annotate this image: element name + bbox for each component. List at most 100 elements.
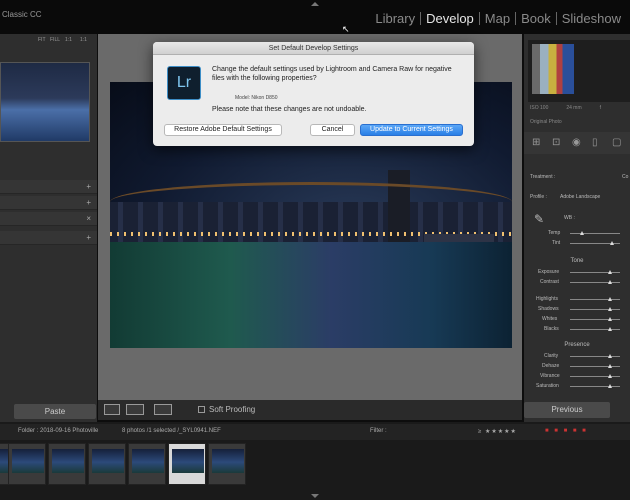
left-panel-section[interactable]: + xyxy=(0,196,97,210)
slider-knob[interactable] xyxy=(608,364,612,368)
contrast-slider[interactable] xyxy=(570,280,620,284)
close-icon[interactable]: × xyxy=(86,214,91,223)
restore-defaults-button[interactable]: Restore Adobe Default Settings xyxy=(164,124,282,136)
color-label-filter[interactable]: ■ ■ ■ ■ ■ xyxy=(545,428,588,434)
iso-value: ISO 100 xyxy=(530,105,549,111)
original-photo-toggle[interactable]: Original Photo xyxy=(530,119,562,125)
dehaze-slider[interactable] xyxy=(570,364,620,368)
contrast-label: Contrast xyxy=(540,279,559,285)
histogram[interactable] xyxy=(528,40,630,102)
filmstrip-thumb[interactable] xyxy=(8,443,46,485)
filmstrip-thumb-selected[interactable] xyxy=(168,443,206,485)
module-slideshow[interactable]: Slideshow xyxy=(557,11,626,26)
slider-knob[interactable] xyxy=(608,297,612,301)
set-default-develop-settings-dialog: Set Default Develop Settings Lr Change t… xyxy=(153,42,474,146)
saturation-slider[interactable] xyxy=(570,384,620,388)
module-map[interactable]: Map xyxy=(480,11,515,26)
paste-button[interactable]: Paste xyxy=(14,404,96,419)
module-book[interactable]: Book xyxy=(516,11,556,26)
slider-knob[interactable] xyxy=(608,354,612,358)
slider-knob[interactable] xyxy=(608,280,612,284)
module-develop[interactable]: Develop xyxy=(421,11,479,26)
highlights-slider[interactable] xyxy=(570,297,620,301)
filmstrip-thumb[interactable] xyxy=(128,443,166,485)
eyedropper-icon[interactable]: ✎ xyxy=(534,212,544,226)
histogram-info: ISO 100 24 mm f xyxy=(530,105,601,111)
folder-path[interactable]: Folder : 2018-09-16 Photoville xyxy=(18,428,98,434)
rating-filter-stars[interactable]: ≥ ★★★★★ xyxy=(478,428,517,435)
exposure-slider[interactable] xyxy=(570,270,620,274)
zoom-fill[interactable]: FILL xyxy=(50,37,60,43)
thumbnail-image xyxy=(92,449,124,473)
dehaze-label: Dehaze xyxy=(542,363,560,369)
collapse-filmstrip-icon[interactable] xyxy=(311,494,319,498)
slider-knob[interactable] xyxy=(580,231,584,235)
zoom-ratio[interactable]: 1:1 xyxy=(80,37,87,43)
tint-slider[interactable] xyxy=(570,241,620,245)
before-after-split-icon[interactable] xyxy=(154,404,172,415)
module-picker: Library Develop Map Book Slideshow xyxy=(370,11,626,26)
plus-icon[interactable]: + xyxy=(86,198,91,207)
slider-knob[interactable] xyxy=(608,327,612,331)
right-panel: ISO 100 24 mm f Original Photo ⊞ ⊡ ◉ ▯ ▢… xyxy=(524,34,630,424)
left-panel-section[interactable]: + xyxy=(0,180,97,194)
left-panel-section[interactable]: × xyxy=(0,212,97,226)
tone-section-header: Tone xyxy=(570,258,584,264)
slider-knob[interactable] xyxy=(608,270,612,274)
left-panel-section[interactable]: + xyxy=(0,231,97,245)
highlights-label: Highlights xyxy=(536,296,558,302)
soft-proofing-label: Soft Proofing xyxy=(209,405,256,414)
copy-paste-area: Paste xyxy=(0,404,97,420)
focal-length: 24 mm xyxy=(566,105,582,111)
temp-slider[interactable] xyxy=(570,231,620,235)
slider-knob[interactable] xyxy=(610,241,614,245)
filmstrip-thumb[interactable] xyxy=(208,443,246,485)
previous-button[interactable]: Previous xyxy=(524,402,610,418)
slider-knob[interactable] xyxy=(608,384,612,388)
crop-icon[interactable]: ⊡ xyxy=(552,137,560,148)
zoom-fit[interactable]: FIT xyxy=(38,37,46,43)
thumbnail-image xyxy=(132,449,164,473)
slider-knob[interactable] xyxy=(608,374,612,378)
dialog-note: Please note that these changes are not u… xyxy=(212,106,367,113)
thumbnail-image xyxy=(12,449,44,473)
vibrance-label: Vibrance xyxy=(540,373,560,379)
zoom-1to1[interactable]: 1:1 xyxy=(65,37,72,43)
shadows-slider[interactable] xyxy=(570,307,620,311)
whites-label: Whites xyxy=(542,316,558,322)
before-after-icon[interactable] xyxy=(126,404,144,415)
plus-icon[interactable]: + xyxy=(86,233,91,242)
navigator-preview[interactable] xyxy=(0,62,90,142)
dialog-message: Change the default settings used by Ligh… xyxy=(212,66,452,82)
exposure-label: Exposure xyxy=(538,269,560,275)
plus-icon[interactable]: + xyxy=(86,182,91,191)
vibrance-slider[interactable] xyxy=(570,374,620,378)
graduated-filter-icon[interactable]: ▢ xyxy=(612,137,621,148)
filmstrip-thumb[interactable] xyxy=(48,443,86,485)
collapse-top-panel-icon[interactable] xyxy=(311,2,319,6)
filmstrip-thumb[interactable] xyxy=(88,443,126,485)
red-eye-icon[interactable]: ▯ xyxy=(592,137,598,148)
grid-icon[interactable]: ⊞ xyxy=(532,137,540,148)
slider-knob[interactable] xyxy=(608,317,612,321)
mouse-cursor-icon: ↖ xyxy=(342,24,350,34)
blacks-slider[interactable] xyxy=(570,327,620,331)
soft-proofing-toggle[interactable]: Soft Proofing xyxy=(198,405,255,414)
app-brand: Classic CC xyxy=(2,10,42,19)
module-library[interactable]: Library xyxy=(370,11,420,26)
update-settings-button[interactable]: Update to Current Settings xyxy=(360,124,463,136)
tool-strip: ⊞ ⊡ ◉ ▯ ▢ xyxy=(524,132,630,154)
dialog-title: Set Default Develop Settings xyxy=(153,42,474,55)
loupe-view-icon[interactable] xyxy=(104,404,120,415)
profile-value[interactable]: Adobe Landscape xyxy=(560,194,600,200)
checkbox-icon[interactable] xyxy=(198,406,205,413)
photo-count[interactable]: 8 photos /1 selected /_SYL0941.NEF xyxy=(122,428,221,434)
slider-knob[interactable] xyxy=(608,307,612,311)
clarity-slider[interactable] xyxy=(570,354,620,358)
clarity-label: Clarity xyxy=(544,353,559,359)
cancel-button[interactable]: Cancel xyxy=(310,124,355,136)
spot-removal-icon[interactable]: ◉ xyxy=(572,137,581,148)
treatment-value[interactable]: Co xyxy=(622,174,628,180)
whites-slider[interactable] xyxy=(570,317,620,321)
filmstrip-thumbnails xyxy=(0,443,630,485)
